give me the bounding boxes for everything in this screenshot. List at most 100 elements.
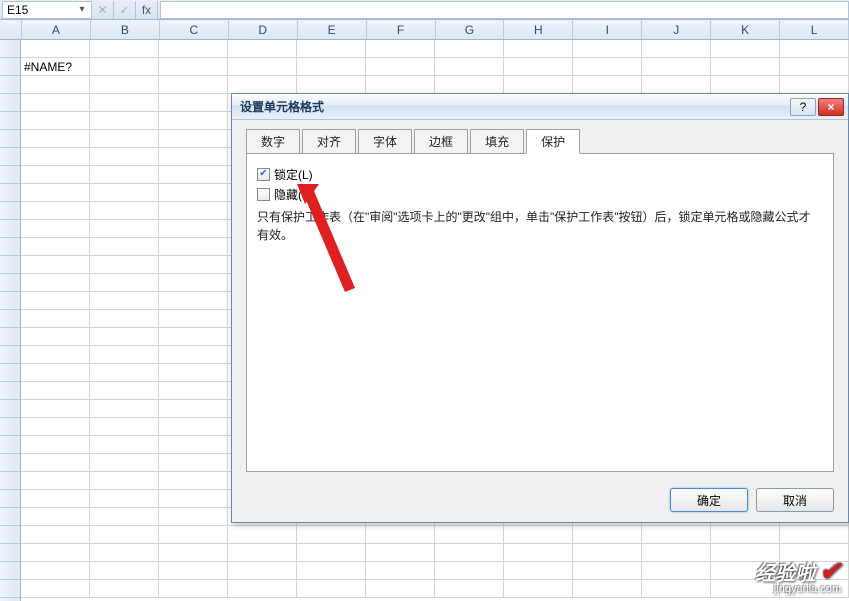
cell[interactable] bbox=[21, 148, 90, 165]
cell[interactable] bbox=[228, 58, 297, 75]
cell[interactable] bbox=[504, 58, 573, 75]
row-header[interactable] bbox=[0, 310, 20, 328]
col-header-g[interactable]: G bbox=[436, 20, 505, 39]
cell[interactable] bbox=[159, 382, 228, 399]
col-header-h[interactable]: H bbox=[504, 20, 573, 39]
cell[interactable] bbox=[159, 112, 228, 129]
row-header[interactable] bbox=[0, 562, 20, 580]
title-bar[interactable]: 设置单元格格式 ? × bbox=[232, 94, 848, 120]
help-button[interactable]: ? bbox=[790, 98, 816, 116]
row-header[interactable] bbox=[0, 112, 20, 130]
cell[interactable] bbox=[90, 130, 159, 147]
cell[interactable] bbox=[159, 274, 228, 291]
cell[interactable] bbox=[159, 40, 228, 57]
row-header[interactable] bbox=[0, 508, 20, 526]
cell[interactable] bbox=[159, 130, 228, 147]
cell[interactable] bbox=[90, 544, 159, 561]
cell[interactable] bbox=[90, 490, 159, 507]
cell[interactable] bbox=[297, 76, 366, 93]
ok-button[interactable]: 确定 bbox=[670, 488, 748, 512]
cell[interactable] bbox=[297, 40, 366, 57]
cell[interactable] bbox=[159, 148, 228, 165]
cell[interactable] bbox=[228, 580, 297, 597]
cell[interactable] bbox=[21, 418, 90, 435]
tab-fill[interactable]: 填充 bbox=[470, 129, 524, 154]
cell[interactable] bbox=[435, 526, 504, 543]
cell[interactable] bbox=[90, 220, 159, 237]
cell[interactable] bbox=[90, 112, 159, 129]
cell[interactable] bbox=[573, 40, 642, 57]
cell[interactable] bbox=[21, 94, 90, 111]
row-header[interactable] bbox=[0, 166, 20, 184]
cell[interactable] bbox=[21, 562, 90, 579]
cell[interactable] bbox=[642, 58, 711, 75]
cell[interactable] bbox=[90, 508, 159, 525]
col-header-c[interactable]: C bbox=[160, 20, 229, 39]
cell[interactable] bbox=[21, 526, 90, 543]
tab-number[interactable]: 数字 bbox=[246, 129, 300, 154]
cell[interactable] bbox=[90, 274, 159, 291]
cell[interactable] bbox=[780, 526, 849, 543]
cell[interactable] bbox=[90, 256, 159, 273]
cell[interactable] bbox=[21, 184, 90, 201]
cell[interactable] bbox=[159, 76, 228, 93]
cell[interactable] bbox=[435, 580, 504, 597]
cell[interactable] bbox=[297, 562, 366, 579]
cell[interactable] bbox=[159, 472, 228, 489]
cell[interactable] bbox=[159, 436, 228, 453]
col-header-d[interactable]: D bbox=[229, 20, 298, 39]
cell[interactable] bbox=[780, 76, 849, 93]
formula-input[interactable] bbox=[160, 1, 849, 19]
cell[interactable] bbox=[297, 580, 366, 597]
cell[interactable] bbox=[90, 166, 159, 183]
row-header[interactable] bbox=[0, 148, 20, 166]
row-header[interactable] bbox=[0, 544, 20, 562]
cell[interactable] bbox=[159, 526, 228, 543]
cell[interactable] bbox=[711, 526, 780, 543]
row-header[interactable] bbox=[0, 400, 20, 418]
cell[interactable] bbox=[228, 544, 297, 561]
cell[interactable] bbox=[435, 76, 504, 93]
cell[interactable] bbox=[366, 40, 435, 57]
cell[interactable] bbox=[21, 130, 90, 147]
cell[interactable] bbox=[159, 418, 228, 435]
cell[interactable] bbox=[21, 220, 90, 237]
cell[interactable] bbox=[435, 562, 504, 579]
row-header[interactable] bbox=[0, 364, 20, 382]
row-header[interactable] bbox=[0, 328, 20, 346]
cell[interactable] bbox=[90, 148, 159, 165]
cell[interactable] bbox=[90, 526, 159, 543]
cell[interactable] bbox=[573, 58, 642, 75]
cell[interactable] bbox=[21, 580, 90, 597]
cell[interactable] bbox=[21, 364, 90, 381]
cell[interactable] bbox=[642, 40, 711, 57]
cell[interactable] bbox=[711, 76, 780, 93]
cell[interactable] bbox=[90, 58, 159, 75]
cell[interactable] bbox=[21, 310, 90, 327]
cell[interactable] bbox=[573, 526, 642, 543]
cell[interactable] bbox=[504, 40, 573, 57]
cell[interactable] bbox=[21, 454, 90, 471]
cell[interactable] bbox=[21, 490, 90, 507]
cell[interactable] bbox=[90, 40, 159, 57]
cell[interactable] bbox=[90, 418, 159, 435]
row-header[interactable] bbox=[0, 454, 20, 472]
cell[interactable] bbox=[159, 94, 228, 111]
cell[interactable] bbox=[366, 526, 435, 543]
cell[interactable] bbox=[90, 382, 159, 399]
cell[interactable] bbox=[780, 58, 849, 75]
row-header[interactable] bbox=[0, 184, 20, 202]
cell[interactable] bbox=[90, 310, 159, 327]
row-header[interactable] bbox=[0, 58, 20, 76]
row-header[interactable] bbox=[0, 580, 20, 598]
cell[interactable] bbox=[21, 238, 90, 255]
cell[interactable] bbox=[573, 562, 642, 579]
cell[interactable] bbox=[21, 472, 90, 489]
row-header[interactable] bbox=[0, 418, 20, 436]
cell[interactable] bbox=[297, 526, 366, 543]
cell[interactable] bbox=[90, 346, 159, 363]
col-header-e[interactable]: E bbox=[298, 20, 367, 39]
tab-border[interactable]: 边框 bbox=[414, 129, 468, 154]
cell[interactable] bbox=[366, 544, 435, 561]
cell[interactable] bbox=[573, 580, 642, 597]
